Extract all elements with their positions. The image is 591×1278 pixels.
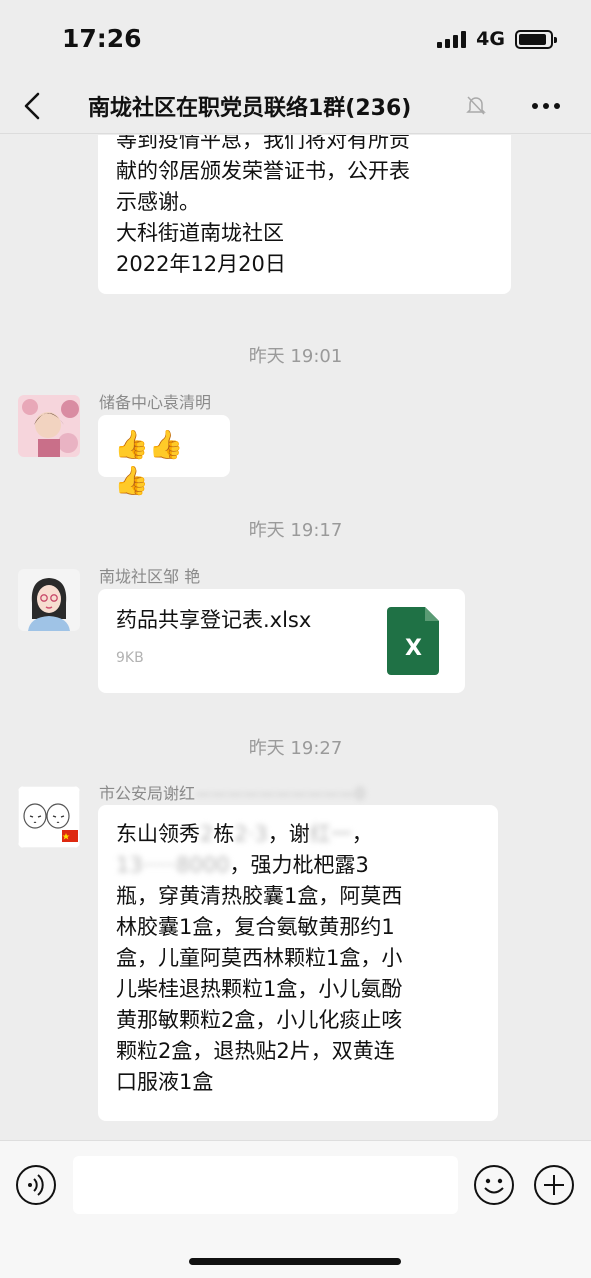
chat-header: 南垅社区在职党员联络1群(236) <box>0 78 591 134</box>
input-bar <box>0 1140 591 1278</box>
back-icon[interactable] <box>18 90 50 122</box>
battery-icon <box>515 29 557 49</box>
status-indicators: 4G <box>437 28 557 50</box>
mute-bell-icon <box>466 96 486 115</box>
message-text: 等到疫情平息，我们将对有所贡 献的邻居颁发荣誉证书，公开表 示感谢。 大科街道南… <box>116 135 410 276</box>
plus-icon[interactable] <box>533 1164 575 1206</box>
message-bubble[interactable]: 👍👍👍 <box>98 415 230 497</box>
message-text: 东山领秀2栋2·3，谢红一， 13·····8000，强力枇杷露3 <box>116 822 373 877</box>
avatar[interactable] <box>18 395 80 457</box>
chat-title: 南垅社区在职党员联络1群(236) <box>88 96 412 121</box>
thumbs-up-emoji: 👍👍👍 <box>114 428 184 497</box>
message-input[interactable] <box>73 1156 458 1214</box>
blurred-sender-suffix: ——————————0 <box>195 784 366 803</box>
timestamp: 昨天 19:27 <box>248 738 343 759</box>
sender-name: 市公安局谢红——————————0 <box>99 784 366 803</box>
sender-name: 南垅社区邹 艳 <box>99 567 201 586</box>
message-bubble[interactable]: 东山领秀2栋2·3，谢红一， 13·····8000，强力枇杷露3 瓶，穿黄清热… <box>98 805 498 1121</box>
status-bar: 17:26 4G <box>0 0 591 78</box>
network-label: 4G <box>476 28 505 50</box>
timestamp: 昨天 19:17 <box>248 520 343 541</box>
file-size: 9KB <box>116 650 144 666</box>
avatar[interactable] <box>18 569 80 631</box>
message-bubble[interactable]: 等到疫情平息，我们将对有所贡 献的邻居颁发荣誉证书，公开表 示感谢。 大科街道南… <box>98 135 511 294</box>
sender-name: 储备中心袁清明 <box>99 393 212 412</box>
signal-icon <box>437 30 467 48</box>
home-indicator[interactable] <box>189 1258 401 1265</box>
emoji-icon[interactable] <box>473 1164 515 1206</box>
status-time: 17:26 <box>62 24 142 53</box>
file-name: 药品共享登记表.xlsx <box>116 608 312 632</box>
excel-letter: X <box>405 636 422 661</box>
more-icon[interactable] <box>529 92 563 120</box>
message-text-rest: 瓶，穿黄清热胶囊1盒，阿莫西 林胶囊1盒，复合氨敏黄那约1 盒，儿童阿莫西林颗粒… <box>116 884 403 1094</box>
voice-icon[interactable] <box>15 1164 57 1206</box>
avatar[interactable] <box>18 786 80 848</box>
file-message[interactable]: 药品共享登记表.xlsx 9KB X <box>98 589 465 693</box>
timestamp: 昨天 19:01 <box>248 346 343 367</box>
message-list[interactable]: 等到疫情平息，我们将对有所贡 献的邻居颁发荣誉证书，公开表 示感谢。 大科街道南… <box>0 135 591 1140</box>
